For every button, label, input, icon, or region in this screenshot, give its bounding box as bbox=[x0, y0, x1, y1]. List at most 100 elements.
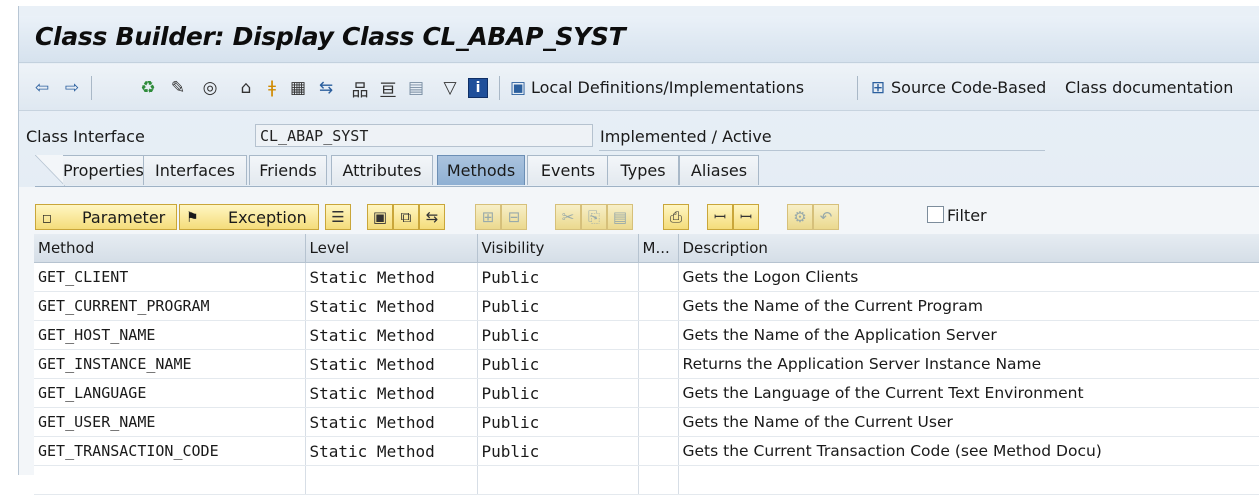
visibility-cell[interactable]: Public bbox=[477, 407, 639, 437]
filter-icon[interactable]: ▽ bbox=[439, 77, 461, 99]
undo-icon[interactable]: ↶ bbox=[813, 204, 839, 230]
filter-checkbox[interactable] bbox=[927, 206, 944, 223]
methods-toolbar: ◻ Parameter ⚑ Exception ☰ ▣ ⧉ ⇆ ⊞ ⊟ ✂ ⎘ … bbox=[19, 204, 1259, 232]
level-cell[interactable]: Static Method bbox=[305, 349, 478, 379]
level-cell[interactable]: Static Method bbox=[305, 262, 478, 292]
cut-icon[interactable]: ✂ bbox=[555, 204, 581, 230]
check-icon[interactable]: ⌂ bbox=[235, 77, 257, 99]
class-documentation-button[interactable]: Class documentation bbox=[1065, 77, 1233, 99]
settings-icon[interactable]: ⚙ bbox=[787, 204, 813, 230]
insert-row-icon[interactable]: ⊞ bbox=[475, 204, 501, 230]
delete-row-icon[interactable]: ⊟ bbox=[501, 204, 527, 230]
visibility-cell[interactable]: Public bbox=[477, 320, 639, 350]
tab-events[interactable]: Events bbox=[527, 155, 609, 185]
exception-button[interactable]: ⚑ Exception bbox=[179, 204, 319, 230]
tab-interfaces[interactable]: Interfaces bbox=[143, 155, 247, 185]
activate-icon[interactable]: ◎ bbox=[199, 77, 221, 99]
modeled-cell[interactable] bbox=[638, 436, 679, 466]
method-name-cell[interactable]: GET_USER_NAME bbox=[34, 407, 306, 437]
method-name-cell[interactable]: GET_INSTANCE_NAME bbox=[34, 349, 306, 379]
modeled-cell[interactable] bbox=[638, 349, 679, 379]
level-cell[interactable]: Static Method bbox=[305, 436, 478, 466]
tab-attributes[interactable]: Attributes bbox=[331, 155, 433, 185]
class-interface-field[interactable]: CL_ABAP_SYST bbox=[255, 124, 593, 147]
visibility-cell[interactable]: Public bbox=[477, 349, 639, 379]
column-header-description[interactable]: Description bbox=[678, 234, 1259, 263]
tab-friends[interactable]: Friends bbox=[249, 155, 327, 185]
tab-types[interactable]: Types bbox=[607, 155, 679, 185]
modeled-cell[interactable] bbox=[638, 378, 679, 408]
description-cell[interactable]: Gets the Current Transaction Code (see M… bbox=[678, 436, 1259, 466]
hierarchy-icon[interactable]: 亘 bbox=[377, 77, 399, 101]
local-definitions-button[interactable]: Local Definitions/Implementations bbox=[531, 77, 804, 99]
visibility-cell[interactable]: Public bbox=[477, 262, 639, 292]
column-header-visibility[interactable]: Visibility bbox=[477, 234, 639, 263]
modeled-cell[interactable] bbox=[638, 407, 679, 437]
method-name-cell[interactable]: GET_LANGUAGE bbox=[34, 378, 306, 408]
description-cell[interactable]: Gets the Name of the Application Server bbox=[678, 320, 1259, 350]
local-definitions-icon[interactable]: ▣ bbox=[507, 77, 529, 99]
modeled-cell[interactable] bbox=[638, 262, 679, 292]
description-cell[interactable]: Gets the Logon Clients bbox=[678, 262, 1259, 292]
empty-cell[interactable] bbox=[305, 465, 478, 495]
empty-cell[interactable] bbox=[477, 465, 639, 495]
method-name-cell[interactable]: GET_TRANSACTION_CODE bbox=[34, 436, 306, 466]
test-icon[interactable]: ǂ bbox=[261, 77, 283, 99]
table-row[interactable]: GET_TRANSACTION_CODE Static Method Publi… bbox=[34, 436, 1259, 466]
empty-cell[interactable] bbox=[678, 465, 1259, 495]
where-used-icon[interactable]: ▦ bbox=[287, 77, 309, 99]
visibility-cell[interactable]: Public bbox=[477, 378, 639, 408]
empty-cell[interactable] bbox=[34, 465, 306, 495]
method-name-cell[interactable]: GET_CURRENT_PROGRAM bbox=[34, 291, 306, 321]
modeled-cell[interactable] bbox=[638, 320, 679, 350]
table-row[interactable]: GET_HOST_NAME Static Method Public Gets … bbox=[34, 320, 1259, 350]
copy-text-icon[interactable]: ⎘ bbox=[581, 204, 607, 230]
find-next-icon[interactable]: ꟷ bbox=[733, 204, 759, 230]
table-row[interactable]: GET_CLIENT Static Method Public Gets the… bbox=[34, 262, 1259, 292]
table-row[interactable]: GET_INSTANCE_NAME Static Method Public R… bbox=[34, 349, 1259, 379]
source-code-button[interactable]: Source Code-Based bbox=[891, 77, 1046, 99]
table-row[interactable]: GET_CURRENT_PROGRAM Static Method Public… bbox=[34, 291, 1259, 321]
description-cell[interactable]: Returns the Application Server Instance … bbox=[678, 349, 1259, 379]
other-object-icon[interactable]: ♻ bbox=[137, 77, 159, 99]
column-header-method[interactable]: Method bbox=[34, 234, 306, 263]
description-cell[interactable]: Gets the Name of the Current User bbox=[678, 407, 1259, 437]
method-name-cell[interactable]: GET_HOST_NAME bbox=[34, 320, 306, 350]
table-row[interactable]: GET_LANGUAGE Static Method Public Gets t… bbox=[34, 378, 1259, 408]
source-code-icon[interactable]: ☰ bbox=[325, 204, 351, 230]
back-arrow-icon[interactable]: ⇦ bbox=[31, 77, 53, 99]
navigate-icon[interactable]: ⇆ bbox=[419, 204, 445, 230]
object-list-icon[interactable]: 品 bbox=[349, 77, 371, 101]
column-header-level[interactable]: Level bbox=[305, 234, 478, 263]
source-code-icon[interactable]: ⊞ bbox=[867, 77, 889, 99]
column-header-modeled[interactable]: M... bbox=[638, 234, 679, 263]
description-cell[interactable]: Gets the Language of the Current Text En… bbox=[678, 378, 1259, 408]
print-icon[interactable]: ⎙ bbox=[663, 204, 689, 230]
display-change-icon[interactable]: ✎ bbox=[167, 77, 189, 99]
paste-icon[interactable]: ▤ bbox=[607, 204, 633, 230]
tab-properties[interactable]: Properties bbox=[63, 155, 144, 185]
navigate-icon[interactable]: ⇆ bbox=[315, 77, 337, 99]
forward-arrow-icon[interactable]: ⇨ bbox=[61, 77, 83, 99]
display-object-icon[interactable]: ▤ bbox=[405, 77, 427, 99]
empty-cell[interactable] bbox=[638, 465, 679, 495]
modeled-cell[interactable] bbox=[638, 291, 679, 321]
method-name-cell[interactable]: GET_CLIENT bbox=[34, 262, 306, 292]
info-icon[interactable]: i bbox=[467, 77, 489, 99]
tab-aliases[interactable]: Aliases bbox=[679, 155, 759, 185]
tab-methods[interactable]: Methods bbox=[437, 155, 525, 185]
level-cell[interactable]: Static Method bbox=[305, 291, 478, 321]
level-cell[interactable]: Static Method bbox=[305, 378, 478, 408]
table-row-empty[interactable] bbox=[34, 465, 1259, 495]
find-icon[interactable]: ꟷ bbox=[707, 204, 733, 230]
visibility-cell[interactable]: Public bbox=[477, 291, 639, 321]
copy-icon[interactable]: ⧉ bbox=[393, 204, 419, 230]
save-icon[interactable]: ▣ bbox=[367, 204, 393, 230]
level-cell[interactable]: Static Method bbox=[305, 320, 478, 350]
level-cell[interactable]: Static Method bbox=[305, 407, 478, 437]
description-cell[interactable]: Gets the Name of the Current Program bbox=[678, 291, 1259, 321]
table-row[interactable]: GET_USER_NAME Static Method Public Gets … bbox=[34, 407, 1259, 437]
parameter-label: Parameter bbox=[82, 208, 166, 227]
parameter-button[interactable]: ◻ Parameter bbox=[35, 204, 177, 230]
visibility-cell[interactable]: Public bbox=[477, 436, 639, 466]
